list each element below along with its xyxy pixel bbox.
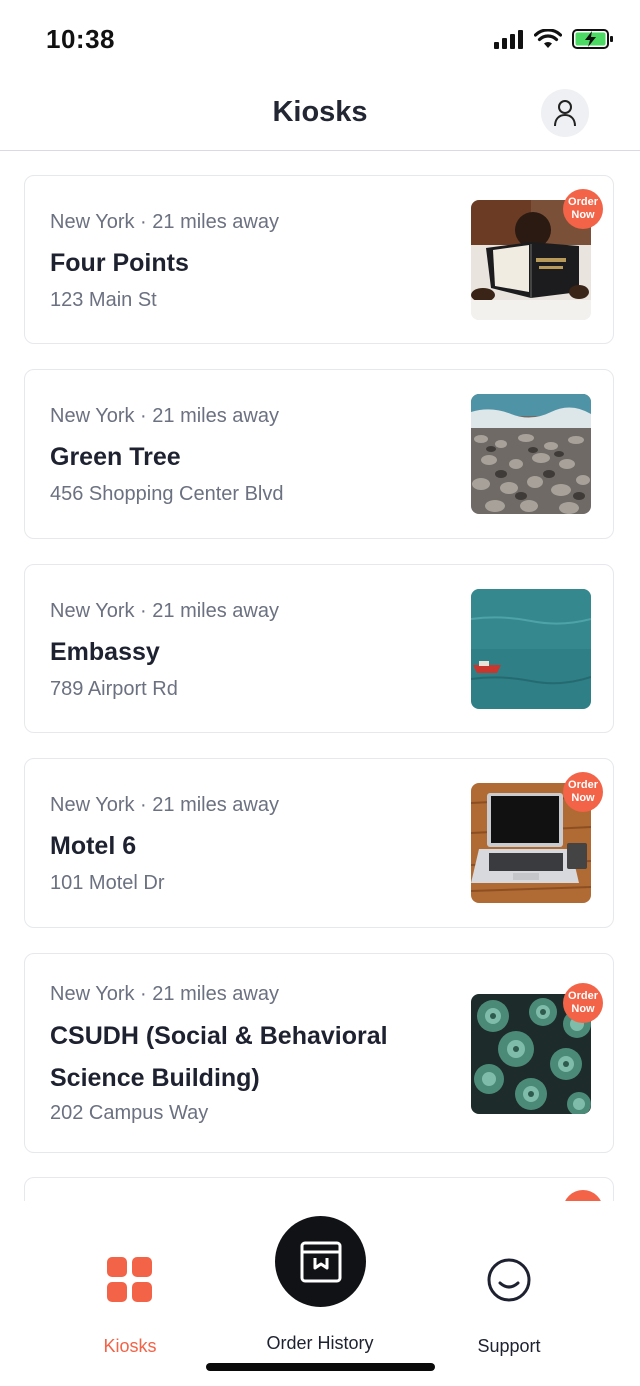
order-now-badge: Order Now — [563, 983, 603, 1023]
kiosk-meta: New York · 21 miles away — [50, 983, 279, 1005]
home-indicator — [206, 1363, 435, 1371]
tab-label-support: Support — [477, 1336, 541, 1356]
kiosk-card[interactable]: New York · 21 miles away Four Points 123… — [24, 175, 614, 344]
kiosk-name: CSUDH (Social & Behavioral Science Build… — [50, 1022, 388, 1092]
kiosk-name: Embassy — [50, 638, 160, 666]
smile-icon — [487, 1258, 531, 1302]
bottom-tab-bar: Kiosks Order History Support — [0, 1201, 640, 1386]
tab-label-kiosks: Kiosks — [103, 1336, 157, 1356]
kiosk-name: Green Tree — [50, 443, 181, 471]
signal-icon — [494, 30, 523, 49]
kiosk-address: 202 Campus Way — [50, 1102, 209, 1124]
wifi-icon — [534, 29, 562, 48]
kiosk-address: 789 Airport Rd — [50, 678, 178, 700]
kiosk-name: Four Points — [50, 249, 189, 277]
order-history-button[interactable] — [275, 1216, 366, 1307]
status-icons — [494, 28, 614, 50]
app-header: Kiosks — [0, 80, 640, 151]
order-now-badge: Order Now — [563, 189, 603, 229]
grid-icon — [107, 1257, 152, 1302]
kiosk-address: 101 Motel Dr — [50, 872, 165, 894]
battery-charging-icon — [572, 29, 613, 49]
kiosk-meta: New York · 21 miles away — [50, 600, 279, 622]
kiosk-meta: New York · 21 miles away — [50, 794, 279, 816]
profile-button[interactable] — [541, 89, 589, 137]
user-icon — [554, 100, 576, 127]
tab-kiosks[interactable]: Kiosks — [70, 1257, 190, 1357]
kiosk-card[interactable]: New York · 21 miles away Green Tree 456 … — [24, 369, 614, 539]
kiosk-card[interactable]: New York · 21 miles away Motel 6 101 Mot… — [24, 758, 614, 928]
kiosk-name: Motel 6 — [50, 832, 137, 860]
tab-label-order-history: Order History — [266, 1333, 374, 1353]
kiosk-card[interactable] — [24, 1177, 614, 1201]
tab-support[interactable]: Support — [449, 1257, 569, 1357]
order-now-badge: Order Now — [563, 772, 603, 812]
kiosk-card[interactable]: New York · 21 miles away CSUDH (Social &… — [24, 953, 614, 1153]
pebbles-photo — [471, 394, 591, 514]
status-bar: 10:38 — [0, 0, 640, 80]
order-box-icon — [300, 1241, 341, 1282]
kiosk-list[interactable]: New York · 21 miles away Four Points 123… — [0, 151, 640, 1201]
kiosk-address: 456 Shopping Center Blvd — [50, 483, 284, 505]
kiosk-card[interactable]: New York · 21 miles away Embassy 789 Air… — [24, 564, 614, 733]
kiosk-meta: New York · 21 miles away — [50, 405, 279, 427]
status-time: 10:38 — [46, 24, 115, 54]
sea-boat-photo — [471, 589, 591, 709]
kiosk-meta: New York · 21 miles away — [50, 211, 279, 233]
kiosk-address: 123 Main St — [50, 289, 157, 311]
order-now-badge — [563, 1190, 603, 1201]
tab-order-history[interactable]: Order History — [230, 1333, 410, 1354]
